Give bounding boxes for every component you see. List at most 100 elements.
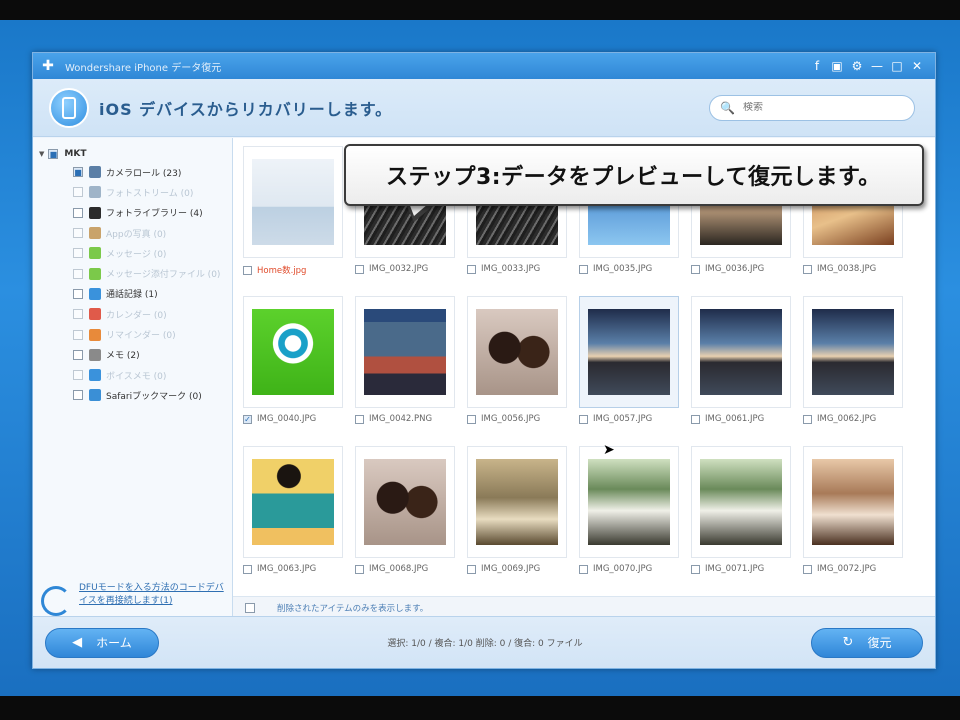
photo-thumbnail[interactable]: IMG_0057.JPG: [579, 296, 679, 446]
feedback-icon[interactable]: ▣: [827, 59, 847, 73]
photo-thumbnail[interactable]: IMG_0070.JPG: [579, 446, 679, 596]
photo-thumbnail[interactable]: Home数.jpg: [243, 146, 343, 296]
thumbnail-frame[interactable]: [579, 296, 679, 408]
category-item[interactable]: カレンダー (0): [33, 304, 232, 324]
home-button[interactable]: ◀ ホーム: [45, 627, 159, 658]
category-checkbox[interactable]: [73, 390, 83, 401]
photo-thumbnail[interactable]: IMG_0071.JPG: [691, 446, 791, 596]
category-item[interactable]: フォトライブラリー (4): [33, 203, 232, 223]
thumbnail-checkbox[interactable]: [355, 414, 364, 424]
thumbnail-checkbox[interactable]: [803, 414, 812, 424]
maximize-button[interactable]: □: [887, 59, 907, 73]
search-input[interactable]: [742, 102, 903, 113]
thumbnail-checkbox[interactable]: [803, 564, 812, 574]
photo-thumbnail[interactable]: IMG_0061.JPG: [691, 296, 791, 446]
thumbnail-checkbox[interactable]: [467, 564, 476, 574]
thumbnail-checkbox[interactable]: [691, 414, 700, 424]
category-item[interactable]: メモ (2): [33, 345, 232, 365]
category-item[interactable]: ■ カメラロール (23): [33, 162, 232, 182]
category-item[interactable]: Appの写真 (0): [33, 223, 232, 243]
category-checkbox[interactable]: [73, 248, 83, 259]
category-checkbox[interactable]: [73, 187, 83, 198]
category-checkbox[interactable]: [73, 329, 83, 340]
photo-thumbnail[interactable]: ✓ IMG_0040.JPG: [243, 296, 343, 446]
category-checkbox[interactable]: [73, 370, 83, 381]
thumbnail-frame[interactable]: [691, 296, 791, 408]
thumbnail-frame[interactable]: [243, 146, 343, 258]
thumbnail-image[interactable]: [588, 459, 670, 545]
thumbnail-image[interactable]: [700, 309, 782, 395]
thumbnail-image[interactable]: [476, 459, 558, 545]
device-tree-root[interactable]: ▼ ■ MKT: [33, 146, 232, 162]
thumbnail-checkbox[interactable]: [243, 564, 252, 574]
deleted-only-checkbox[interactable]: [245, 602, 255, 613]
thumbnail-checkbox[interactable]: [579, 414, 588, 424]
deleted-only-label[interactable]: 削除されたアイテムのみを表示します。: [277, 602, 428, 614]
minimize-button[interactable]: —: [867, 59, 887, 73]
category-checkbox[interactable]: [73, 207, 83, 218]
thumbnail-frame[interactable]: [355, 446, 455, 558]
thumbnail-checkbox[interactable]: [803, 264, 812, 274]
thumbnail-image[interactable]: [364, 459, 446, 545]
thumbnail-frame[interactable]: [467, 296, 567, 408]
thumbnail-frame[interactable]: [467, 446, 567, 558]
thumbnail-image[interactable]: [476, 309, 558, 395]
thumbnail-frame[interactable]: [579, 446, 679, 558]
thumbnail-frame[interactable]: [243, 446, 343, 558]
category-item[interactable]: リマインダー (0): [33, 324, 232, 344]
thumbnail-checkbox[interactable]: ✓: [243, 414, 252, 424]
category-item[interactable]: メッセージ (0): [33, 243, 232, 263]
thumbnail-checkbox[interactable]: [467, 414, 476, 424]
thumbnail-frame[interactable]: [803, 296, 903, 408]
search-box[interactable]: 🔍: [709, 94, 915, 121]
photo-thumbnail[interactable]: IMG_0072.JPG: [803, 446, 903, 596]
thumbnail-frame[interactable]: [243, 296, 343, 408]
thumbnail-image[interactable]: [812, 459, 894, 545]
category-item[interactable]: メッセージ添付ファイル (0): [33, 263, 232, 283]
thumbnail-checkbox[interactable]: [691, 264, 700, 274]
category-checkbox[interactable]: [73, 349, 83, 360]
photo-thumbnail[interactable]: IMG_0069.JPG: [467, 446, 567, 596]
category-checkbox[interactable]: ■: [73, 167, 83, 178]
category-item[interactable]: ボイスメモ (0): [33, 365, 232, 385]
category-item[interactable]: 通話記録 (1): [33, 284, 232, 304]
thumbnail-image[interactable]: [588, 309, 670, 395]
root-checkbox[interactable]: ■: [48, 149, 59, 159]
thumbnail-frame[interactable]: [803, 446, 903, 558]
category-checkbox[interactable]: [73, 228, 83, 239]
thumbnail-checkbox[interactable]: [355, 264, 364, 274]
photo-thumbnail[interactable]: IMG_0063.JPG: [243, 446, 343, 596]
photo-thumbnail[interactable]: IMG_0056.JPG: [467, 296, 567, 446]
refresh-icon[interactable]: [41, 586, 71, 616]
thumbnail-frame[interactable]: [691, 446, 791, 558]
category-checkbox[interactable]: [73, 288, 83, 299]
category-checkbox[interactable]: [73, 268, 83, 279]
thumbnail-image[interactable]: [700, 459, 782, 545]
thumbnail-checkbox[interactable]: [355, 564, 364, 574]
search-icon[interactable]: 🔍: [720, 101, 735, 115]
thumbnail-image[interactable]: [812, 309, 894, 395]
category-item[interactable]: Safariブックマーク (0): [33, 385, 232, 405]
photo-thumbnail[interactable]: IMG_0042.PNG: [355, 296, 455, 446]
category-item[interactable]: フォトストリーム (0): [33, 182, 232, 202]
recover-button[interactable]: ↻ 復元: [811, 627, 923, 658]
thumbnail-checkbox[interactable]: [579, 564, 588, 574]
thumbnail-image[interactable]: [252, 309, 334, 395]
facebook-icon[interactable]: f: [807, 59, 827, 73]
thumbnail-checkbox[interactable]: [243, 265, 252, 275]
settings-icon[interactable]: ⚙: [847, 59, 867, 73]
photo-thumbnail[interactable]: IMG_0062.JPG: [803, 296, 903, 446]
thumbnail-image[interactable]: [364, 309, 446, 395]
thumbnail-checkbox[interactable]: [579, 264, 588, 274]
thumbnail-image[interactable]: [252, 459, 334, 545]
photo-thumbnail[interactable]: IMG_0068.JPG: [355, 446, 455, 596]
thumbnail-checkbox[interactable]: [691, 564, 700, 574]
thumbnail-checkbox[interactable]: [467, 264, 476, 274]
thumbnail-frame[interactable]: [355, 296, 455, 408]
close-button[interactable]: ✕: [907, 59, 927, 73]
category-checkbox[interactable]: [73, 309, 83, 320]
dfu-help-link[interactable]: DFUモードを入る方法のコードデバイスを再接続します(1): [79, 582, 231, 608]
thumbnail-image[interactable]: [252, 159, 334, 245]
tree-expand-icon[interactable]: ▼: [39, 150, 44, 158]
thumbnail-label-row: IMG_0032.JPG: [355, 264, 455, 274]
